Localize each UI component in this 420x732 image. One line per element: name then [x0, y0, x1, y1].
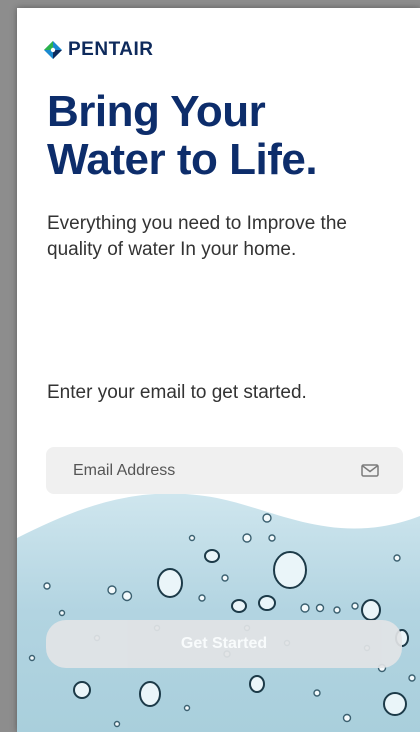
app-screen: PENTAIR Bring Your Water to Life. Everyt…: [17, 8, 420, 732]
brand-name: PENTAIR: [68, 39, 154, 60]
hero-headline: Bring Your Water to Life.: [47, 88, 407, 184]
mail-icon: [361, 464, 381, 478]
email-prompt: Enter your email to get started.: [47, 382, 307, 403]
hero-subtitle: Everything you need to Improve the quali…: [47, 213, 347, 260]
get-started-button[interactable]: Get Started: [46, 620, 402, 668]
email-input[interactable]: [71, 460, 361, 481]
headline-line-2: Water to Life.: [47, 135, 318, 184]
headline-line-1: Bring Your: [47, 87, 266, 136]
water-droplets-image: [17, 493, 420, 732]
email-field[interactable]: [46, 447, 403, 494]
brand-logo: PENTAIR: [42, 39, 153, 61]
pentair-logo-icon: [44, 41, 62, 59]
